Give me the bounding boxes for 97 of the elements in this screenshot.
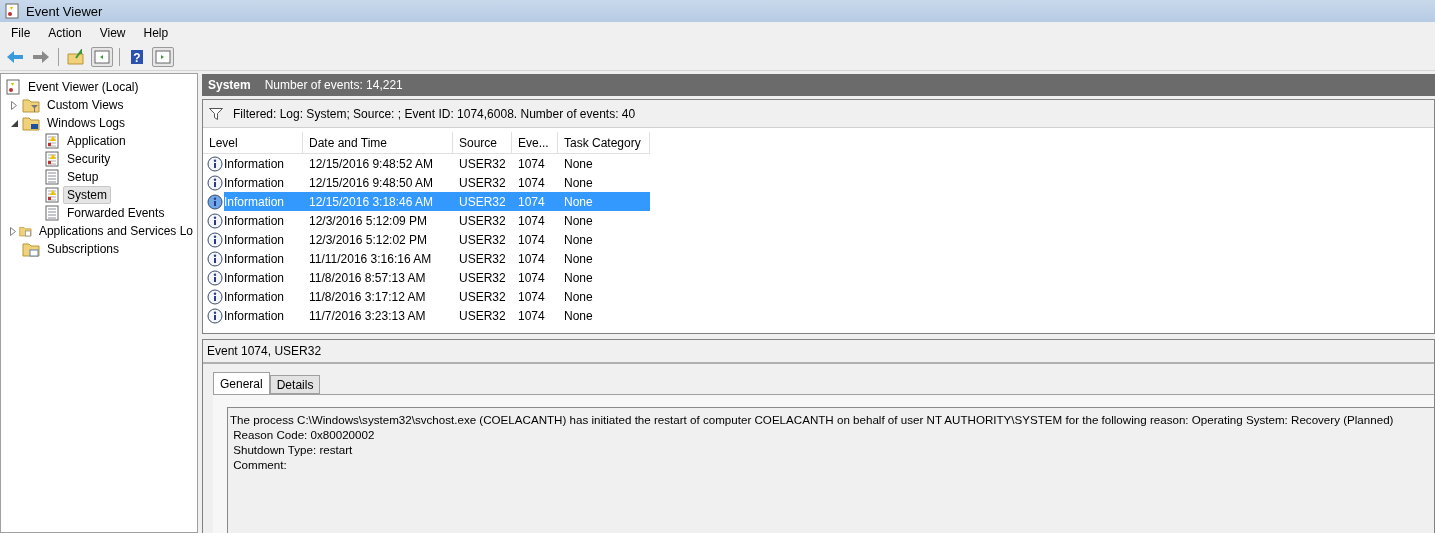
table-cell[interactable]: USER32 [453,268,512,287]
table-cell[interactable]: 1074 [512,249,558,268]
table-cell[interactable]: 11/11/2016 3:16:16 AM [303,249,453,268]
log-icon [44,205,60,221]
table-cell[interactable]: USER32 [453,173,512,192]
event-log-icon [5,79,21,95]
log-warning-icon [44,151,60,167]
table-cell[interactable]: 1074 [512,154,558,173]
table-cell[interactable]: 11/8/2016 8:57:13 AM [303,268,453,287]
tree-item[interactable]: Applications and Services Lo [34,222,197,240]
table-cell[interactable]: None [558,211,650,230]
table-cell[interactable]: 1074 [512,287,558,306]
description-line: Comment: [232,457,288,472]
tree-item[interactable]: Subscriptions [43,240,124,258]
filter-folder-icon [22,97,40,113]
table-cell[interactable]: 1074 [512,306,558,325]
filter-icon [209,107,223,120]
pane-toggle-button[interactable] [91,47,113,67]
info-icon [207,269,223,286]
table-cell[interactable]: USER32 [453,154,512,173]
table-cell[interactable]: USER32 [453,306,512,325]
folder-up-button[interactable] [65,47,87,67]
log-icon [44,169,60,185]
tree-item[interactable]: Security [63,150,115,168]
tree-item[interactable]: System [63,186,111,204]
menu-item[interactable]: View [90,26,135,40]
table-cell[interactable]: 12/3/2016 5:12:02 PM [303,230,453,249]
table-cell[interactable]: 1074 [512,230,558,249]
collapsed-icon[interactable] [11,100,17,110]
table-cell[interactable]: 11/7/2016 3:23:13 AM [303,306,453,325]
table-cell[interactable]: Information [224,268,303,287]
info-icon [207,212,223,229]
table-cell[interactable]: Information [224,249,303,268]
table-cell[interactable]: None [558,249,650,268]
collapsed-icon[interactable] [9,226,16,236]
detail-title: Event 1074, USER32 [203,340,1434,364]
column-header[interactable]: Eve... [512,132,558,154]
table-cell[interactable]: Information [224,211,303,230]
log-warning-icon [44,133,60,149]
table-cell[interactable]: None [558,287,650,306]
table-cell[interactable]: USER32 [453,211,512,230]
table-cell[interactable]: 11/8/2016 3:17:12 AM [303,287,453,306]
tree-item[interactable]: Application [63,132,130,150]
tree-item[interactable]: Windows Logs [43,114,130,132]
tab[interactable]: General [213,372,270,394]
event-count: Number of events: 14,221 [264,78,403,92]
info-icon [207,231,223,248]
table-cell[interactable]: 1074 [512,173,558,192]
table-cell[interactable]: Information [224,154,303,173]
table-cell[interactable]: Information [224,306,303,325]
window-title: Event Viewer [26,3,103,19]
expanded-icon[interactable] [10,119,18,127]
table-cell[interactable]: None [558,268,650,287]
info-icon [207,307,223,324]
help-button[interactable]: ? [126,47,148,67]
table-cell[interactable]: 1074 [512,211,558,230]
info-icon [207,288,223,305]
table-cell[interactable]: Information [224,230,303,249]
table-cell[interactable]: USER32 [453,287,512,306]
tree-item[interactable]: Event Viewer (Local) [24,78,143,96]
tree-item[interactable]: Forwarded Events [63,204,169,222]
info-icon [207,155,223,172]
computer-folder-icon [22,115,40,131]
column-header[interactable]: Source [453,132,512,154]
info-icon [207,193,223,210]
filter-text: Filtered: Log: System; Source: ; Event ID: 1074,6008. Number of events: 40 [233,106,636,121]
column-header[interactable]: Level [203,132,303,154]
subscription-folder-icon [22,241,40,257]
description-line: Shutdown Type: restart [232,442,354,457]
table-cell[interactable]: None [558,230,650,249]
column-header[interactable]: Task Category [558,132,650,154]
menu-item[interactable]: Action [39,26,91,40]
table-cell[interactable]: None [558,306,650,325]
pane-toggle-button[interactable] [152,47,174,67]
table-cell[interactable]: USER32 [453,230,512,249]
table-cell[interactable]: None [558,173,650,192]
description-line: Reason Code: 0x80020002 [232,427,376,442]
info-icon [207,174,223,191]
table-cell[interactable]: 1074 [512,268,558,287]
log-title: System [208,78,251,92]
tree-item[interactable]: Setup [63,168,103,186]
table-cell[interactable]: None [558,154,650,173]
table-cell[interactable]: 12/15/2016 9:48:52 AM [303,154,453,173]
table-cell[interactable]: Information [224,287,303,306]
menu-item[interactable]: File [2,26,40,40]
info-icon [207,250,223,267]
table-cell[interactable]: 12/3/2016 5:12:09 PM [303,211,453,230]
description-line: The process C:\Windows\system32\svchost.exe (COELACANTH) has initiated the restart of computer COELACANTH on behalf of user NT AUTHORITY\SYSTEM for the following reason: Operating System: Recovery (Planned) [230,412,1395,427]
tab[interactable]: Details [269,375,321,394]
log-warning-icon [44,187,60,203]
tree-item[interactable]: Custom Views [43,96,128,114]
event-log-icon [4,3,20,19]
table-cell[interactable]: 12/15/2016 9:48:50 AM [303,173,453,192]
table-cell[interactable]: USER32 [453,249,512,268]
column-header[interactable]: Date and Time [303,132,453,154]
menu-item[interactable]: Help [134,26,178,40]
table-cell[interactable]: Information [224,173,303,192]
